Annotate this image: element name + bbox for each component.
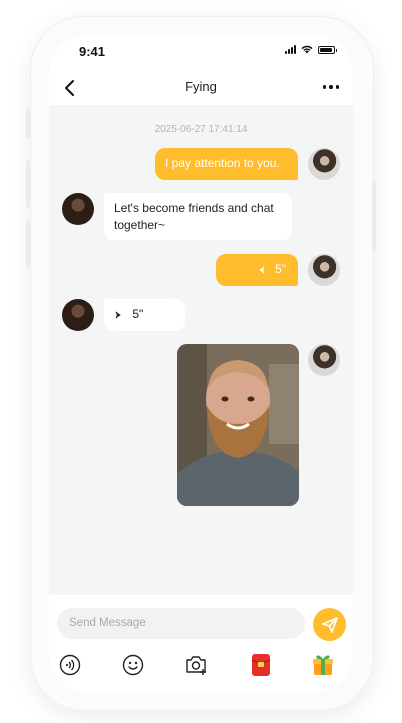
incoming-text-bubble[interactable]: Let's become friends and chat together~ <box>104 193 292 240</box>
emoji-button[interactable] <box>121 653 145 677</box>
message-input[interactable]: Send Message <box>57 608 305 639</box>
signal-icon <box>285 45 296 54</box>
camera-button[interactable] <box>184 653 208 677</box>
message-text: Let's become friends and chat together~ <box>114 201 274 232</box>
red-envelope-icon <box>251 654 271 676</box>
camera-icon <box>186 656 206 675</box>
my-avatar[interactable] <box>308 344 340 376</box>
battery-icon <box>318 45 337 54</box>
status-icons <box>285 45 337 54</box>
red-envelope-button[interactable] <box>249 653 273 677</box>
voice-duration: 5" <box>275 262 286 276</box>
voice-wave-icon <box>115 311 121 319</box>
chat-title: Fying <box>185 79 217 94</box>
my-avatar[interactable] <box>308 254 340 286</box>
message-timestamp: 2025-06-27 17:41:14 <box>154 124 248 135</box>
phone-side-button <box>372 180 376 252</box>
wifi-icon <box>301 45 313 54</box>
gift-button[interactable] <box>311 653 335 677</box>
app-screen: 9:41 Fying 2025-06-27 17:41:14 I pay att… <box>49 35 353 692</box>
voice-duration: 5" <box>132 307 144 321</box>
incoming-voice-bubble[interactable]: 5" <box>104 299 185 331</box>
contact-avatar[interactable] <box>62 299 94 331</box>
message-text: I pay attention to you. <box>165 156 280 170</box>
status-time: 9:41 <box>79 44 106 59</box>
voice-wave-icon <box>259 266 265 274</box>
outgoing-photo-message[interactable] <box>177 344 299 506</box>
phone-side-button <box>26 108 30 138</box>
more-options-icon[interactable] <box>319 78 343 96</box>
status-bar: 9:41 <box>49 35 353 69</box>
send-icon <box>321 616 338 633</box>
gift-icon <box>313 655 333 675</box>
outgoing-voice-bubble[interactable]: 5" <box>216 254 298 286</box>
emoji-icon <box>122 654 144 676</box>
portrait-photo <box>177 344 299 506</box>
composer-panel: Send Message <box>49 595 353 692</box>
phone-side-button <box>26 220 30 268</box>
outgoing-text-bubble[interactable]: I pay attention to you. <box>155 148 298 180</box>
voice-icon <box>59 654 81 676</box>
send-button[interactable] <box>313 608 346 641</box>
contact-avatar[interactable] <box>62 193 94 225</box>
phone-side-button <box>26 160 30 208</box>
chat-header: Fying <box>49 69 353 105</box>
my-avatar[interactable] <box>308 148 340 180</box>
voice-button[interactable] <box>58 653 82 677</box>
